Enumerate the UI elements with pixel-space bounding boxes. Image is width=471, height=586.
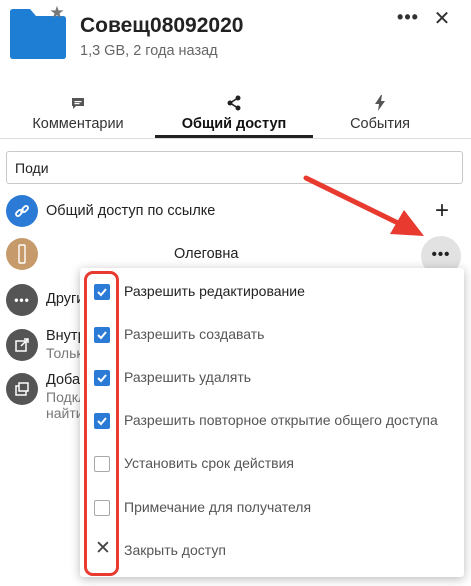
other-shares-label[interactable]: Други: [46, 291, 84, 307]
share-link-label[interactable]: Общий доступ по ссылке: [46, 203, 215, 219]
menu-item-set-expiry[interactable]: Установить срок действия: [80, 446, 464, 486]
annotation-arrow: [303, 175, 424, 236]
annotation-highlight-box: [84, 271, 119, 576]
add-share-link-button[interactable]: +: [431, 198, 453, 224]
menu-item-allow-reshare[interactable]: Разрешить повторное открытие общего дост…: [80, 403, 464, 443]
menu-item-allow-create[interactable]: Разрешить создавать: [80, 317, 464, 357]
menu-item-label: Разрешить удалять: [124, 369, 252, 385]
share-icon: [158, 94, 310, 112]
bolt-icon: [320, 94, 440, 112]
add-to-project-sub-2: найти: [46, 405, 84, 421]
share-permissions-menu: Разрешить редактирование Разрешить созда…: [80, 268, 464, 577]
more-icon: •••: [6, 284, 38, 316]
file-subtitle: 1,3 GB, 2 года назад: [80, 43, 218, 59]
menu-item-note-to-recipient[interactable]: Примечание для получателя: [80, 490, 464, 530]
menu-item-label: Разрешить редактирование: [124, 283, 305, 299]
close-button[interactable]: ✕: [428, 8, 456, 30]
favorite-star-icon[interactable]: ★: [48, 4, 66, 22]
external-share-icon: [6, 329, 38, 361]
tab-events-label: События: [350, 116, 410, 132]
tab-share-label: Общий доступ: [181, 116, 287, 132]
menu-item-unshare[interactable]: ✕ Закрыть доступ: [80, 533, 464, 573]
tab-comments-label: Комментарии: [32, 116, 124, 132]
menu-item-label: Установить срок действия: [124, 455, 294, 471]
user-name: Олеговна: [174, 246, 239, 262]
tab-share[interactable]: Общий доступ: [158, 94, 310, 138]
comment-icon: [18, 94, 138, 112]
internal-link-sub: Тольк: [46, 345, 83, 361]
menu-item-allow-edit[interactable]: Разрешить редактирование: [80, 274, 464, 314]
menu-item-label: Разрешить создавать: [124, 326, 265, 342]
menu-item-label: Закрыть доступ: [124, 542, 226, 558]
file-title: Совещ08092020: [80, 14, 244, 37]
tab-events[interactable]: События: [320, 94, 440, 138]
menu-item-allow-delete[interactable]: Разрешить удалять: [80, 360, 464, 400]
user-avatar: [6, 238, 38, 270]
link-icon: [6, 195, 38, 227]
tabs-divider: [0, 138, 471, 139]
menu-item-label: Разрешить повторное открытие общего дост…: [124, 412, 438, 428]
header-more-button[interactable]: •••: [394, 8, 422, 30]
menu-item-label: Примечание для получателя: [124, 499, 312, 515]
tab-comments[interactable]: Комментарии: [18, 94, 138, 138]
add-to-folder-icon: [6, 373, 38, 405]
